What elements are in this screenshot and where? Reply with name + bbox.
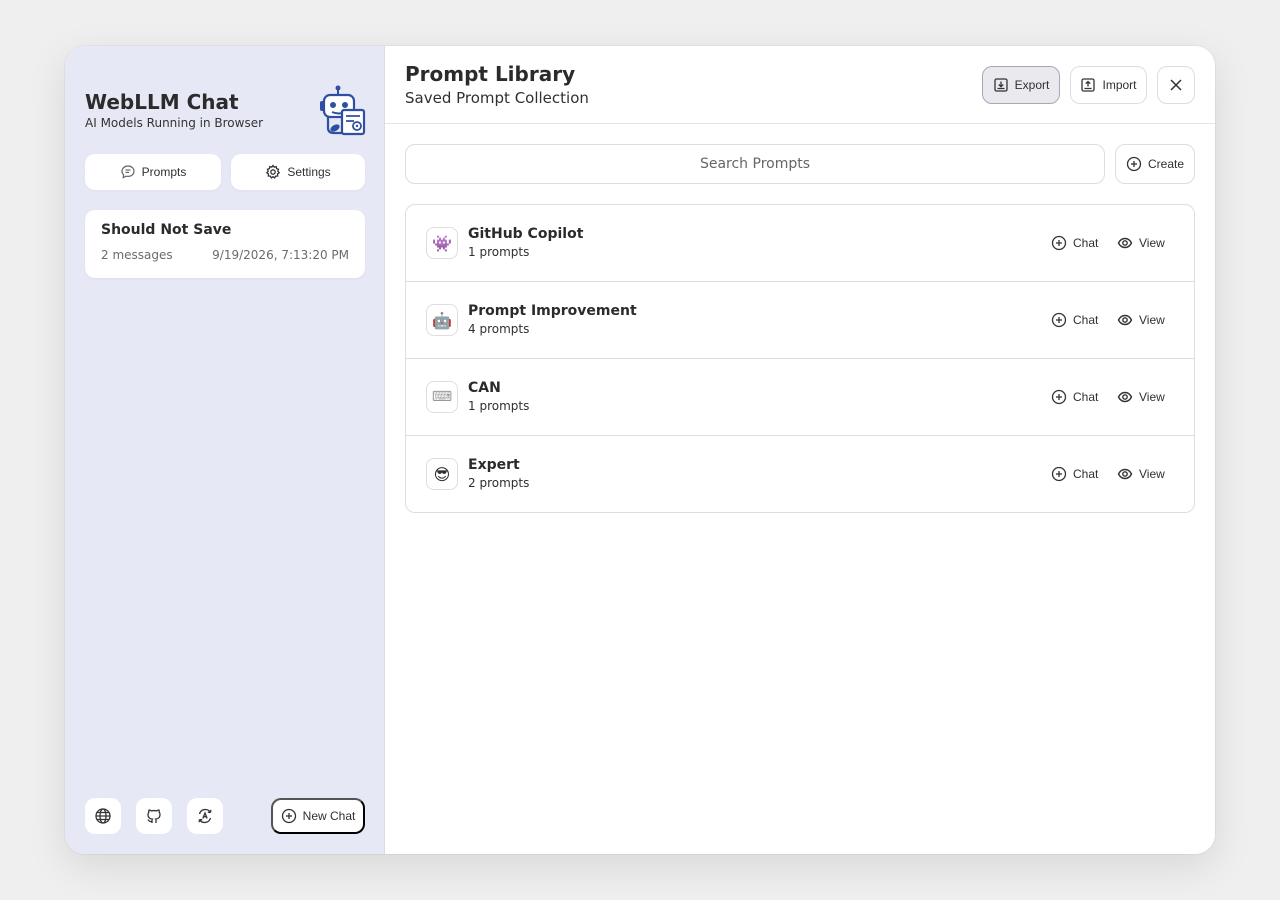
robot-logo-icon bbox=[318, 84, 368, 136]
sidebar-action-bar: Prompts Settings bbox=[85, 154, 365, 190]
view-button[interactable]: View bbox=[1117, 387, 1165, 407]
prompt-group-name: CAN bbox=[468, 380, 501, 396]
plus-circle-icon bbox=[1051, 312, 1067, 328]
upload-icon bbox=[1080, 77, 1096, 93]
prompt-group-avatar-icon: 🤖 bbox=[426, 304, 458, 336]
github-icon[interactable] bbox=[136, 798, 172, 834]
export-button[interactable]: Export bbox=[982, 66, 1060, 104]
prompt-group-count: 1 prompts bbox=[468, 399, 530, 413]
chat-button[interactable]: Chat bbox=[1051, 464, 1098, 484]
close-icon bbox=[1168, 77, 1184, 93]
view-button-label: View bbox=[1139, 236, 1165, 250]
view-button[interactable]: View bbox=[1117, 233, 1165, 253]
plus-circle-icon bbox=[1051, 389, 1067, 405]
chat-button-label: Chat bbox=[1073, 390, 1099, 404]
panel-header: Prompt Library Saved Prompt Collection E… bbox=[385, 46, 1215, 124]
prompt-group-avatar-icon: 👾 bbox=[426, 227, 458, 259]
import-label: Import bbox=[1102, 78, 1137, 92]
view-button-label: View bbox=[1139, 390, 1165, 404]
prompt-group-count: 1 prompts bbox=[468, 245, 530, 259]
chat-item-message-count: 2 messages bbox=[101, 248, 173, 262]
prompts-button[interactable]: Prompts bbox=[85, 154, 221, 190]
eye-icon bbox=[1117, 389, 1133, 405]
page-subtitle: Saved Prompt Collection bbox=[405, 89, 589, 107]
create-prompt-button[interactable]: Create bbox=[1115, 144, 1195, 184]
view-button-label: View bbox=[1139, 467, 1165, 481]
app-title: WebLLM Chat bbox=[85, 90, 239, 114]
chat-item-title: Should Not Save bbox=[101, 222, 232, 238]
prompt-group-row: 👾 GitHub Copilot 1 prompts Chat View bbox=[406, 205, 1194, 282]
prompt-group-list: 👾 GitHub Copilot 1 prompts Chat View 🤖 P… bbox=[405, 204, 1195, 513]
chat-button-label: Chat bbox=[1073, 236, 1099, 250]
download-icon bbox=[993, 77, 1009, 93]
prompt-library-panel: Prompt Library Saved Prompt Collection E… bbox=[385, 46, 1215, 854]
chat-bubble-icon bbox=[120, 164, 136, 180]
eye-icon bbox=[1117, 235, 1133, 251]
create-label: Create bbox=[1147, 157, 1185, 171]
close-button[interactable] bbox=[1157, 66, 1195, 104]
chat-button-label: Chat bbox=[1073, 313, 1099, 327]
prompt-group-name: Expert bbox=[468, 457, 520, 473]
import-button[interactable]: Import bbox=[1070, 66, 1147, 104]
chat-button[interactable]: Chat bbox=[1051, 387, 1098, 407]
app-subtitle: AI Models Running in Browser bbox=[85, 116, 264, 130]
chat-button[interactable]: Chat bbox=[1051, 233, 1098, 253]
plus-circle-icon bbox=[1126, 156, 1142, 172]
plus-circle-icon bbox=[1051, 466, 1067, 482]
chat-item-date: 9/19/2026, 7:13:20 PM bbox=[212, 248, 349, 262]
view-button[interactable]: View bbox=[1117, 464, 1165, 484]
view-button-label: View bbox=[1139, 313, 1165, 327]
settings-button-label: Settings bbox=[287, 165, 331, 179]
gear-icon bbox=[265, 164, 281, 180]
prompt-group-name: GitHub Copilot bbox=[468, 226, 584, 242]
chat-item-meta: 2 messages 9/19/2026, 7:13:20 PM bbox=[101, 248, 349, 262]
search-input[interactable] bbox=[405, 144, 1105, 184]
plus-circle-icon bbox=[1051, 235, 1067, 251]
new-chat-label: New Chat bbox=[302, 809, 356, 823]
settings-button[interactable]: Settings bbox=[231, 154, 365, 190]
export-label: Export bbox=[1014, 78, 1050, 92]
chat-list-item[interactable]: Should Not Save 2 messages 9/19/2026, 7:… bbox=[85, 210, 365, 278]
app-window: WebLLM Chat AI Models Running in Browser bbox=[65, 46, 1215, 854]
eye-icon bbox=[1117, 466, 1133, 482]
view-button[interactable]: View bbox=[1117, 310, 1165, 330]
eye-icon bbox=[1117, 312, 1133, 328]
prompt-group-row: 🤖 Prompt Improvement 4 prompts Chat View bbox=[406, 282, 1194, 359]
globe-icon[interactable] bbox=[85, 798, 121, 834]
prompt-group-row: ⌨ CAN 1 prompts Chat View bbox=[406, 359, 1194, 436]
chat-button-label: Chat bbox=[1073, 467, 1099, 481]
prompt-group-avatar-icon: 😎 bbox=[426, 458, 458, 490]
prompt-group-avatar-icon: ⌨ bbox=[426, 381, 458, 413]
chat-button[interactable]: Chat bbox=[1051, 310, 1098, 330]
new-chat-button[interactable]: New Chat bbox=[271, 798, 365, 834]
prompt-group-row: 😎 Expert 2 prompts Chat View bbox=[406, 436, 1194, 512]
page-title: Prompt Library bbox=[405, 62, 576, 86]
prompt-group-count: 4 prompts bbox=[468, 322, 530, 336]
sidebar-footer: New Chat bbox=[85, 798, 365, 834]
plus-circle-icon bbox=[281, 808, 297, 824]
prompts-button-label: Prompts bbox=[141, 165, 187, 179]
prompt-group-count: 2 prompts bbox=[468, 476, 530, 490]
prompt-group-name: Prompt Improvement bbox=[468, 303, 637, 319]
translate-icon[interactable] bbox=[187, 798, 223, 834]
sidebar: WebLLM Chat AI Models Running in Browser bbox=[65, 46, 385, 854]
